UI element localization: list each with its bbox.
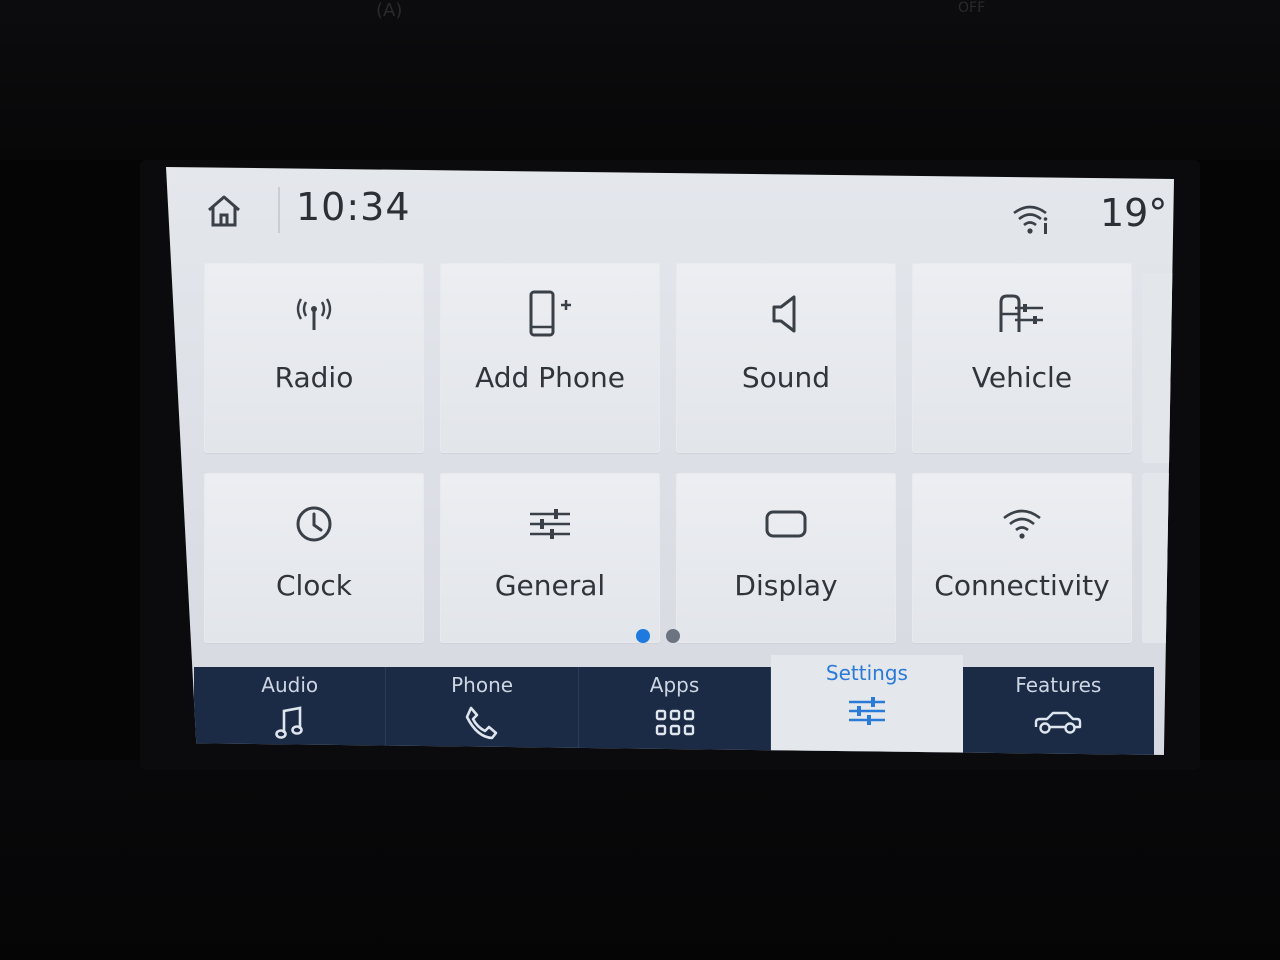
next-page-tile-peek bbox=[1142, 273, 1174, 463]
tile-add-phone[interactable]: Add Phone bbox=[440, 263, 660, 453]
display-icon bbox=[765, 510, 807, 538]
nav-phone[interactable]: Phone bbox=[386, 667, 579, 755]
nav-features[interactable]: Features bbox=[963, 667, 1154, 755]
nav-label-audio: Audio bbox=[261, 673, 319, 697]
status-divider bbox=[278, 187, 280, 233]
tile-vehicle[interactable]: Vehicle bbox=[912, 263, 1132, 453]
page-dot-inactive[interactable] bbox=[666, 629, 680, 643]
page-indicator[interactable] bbox=[636, 629, 680, 643]
settings-grid: Radio Add Phone Sound Vehicle Clock Gene… bbox=[204, 263, 1134, 643]
tile-clock[interactable]: Clock bbox=[204, 473, 424, 643]
tile-radio[interactable]: Radio bbox=[204, 263, 424, 453]
tile-label-vehicle: Vehicle bbox=[971, 361, 1073, 394]
bezel-bottom bbox=[0, 760, 1280, 960]
add-phone-icon bbox=[529, 290, 571, 337]
clock-time: 10:34 bbox=[296, 185, 411, 229]
speaker-icon bbox=[772, 295, 796, 333]
nav-settings[interactable]: Settings bbox=[771, 655, 963, 755]
phone-handset-icon bbox=[465, 706, 498, 740]
wifi-icon bbox=[1003, 509, 1041, 539]
tile-label-add-phone: Add Phone bbox=[475, 361, 625, 394]
sliders-icon bbox=[530, 509, 570, 539]
nav-audio[interactable]: Audio bbox=[194, 667, 387, 755]
outside-temperature: 19° bbox=[1100, 191, 1168, 235]
infotainment-screen: 10:34 19° Radio Add Phone Sound Vehicle … bbox=[166, 167, 1174, 755]
clock-icon bbox=[296, 506, 332, 542]
vehicle-settings-icon bbox=[999, 294, 1043, 332]
car-icon bbox=[1035, 711, 1082, 734]
tile-label-general: General bbox=[494, 569, 606, 602]
bottom-nav-bar: Audio Phone Apps Settings Features bbox=[194, 655, 1154, 755]
tile-sound[interactable]: Sound bbox=[676, 263, 896, 453]
wifi-info-icon[interactable] bbox=[1012, 201, 1052, 237]
bezel-top: (A) OFF bbox=[0, 0, 1280, 160]
apps-grid-icon bbox=[655, 709, 694, 736]
nav-label-features: Features bbox=[1015, 673, 1102, 697]
music-note-icon bbox=[274, 706, 303, 739]
bezel-label-off: OFF bbox=[958, 0, 986, 16]
tile-label-radio: Radio bbox=[274, 361, 354, 394]
nav-label-settings: Settings bbox=[825, 661, 908, 685]
bezel-label-a: (A) bbox=[376, 0, 403, 21]
tile-label-display: Display bbox=[734, 569, 838, 602]
tile-label-connectivity: Connectivity bbox=[934, 569, 1110, 602]
nav-label-phone: Phone bbox=[451, 673, 514, 697]
tile-label-clock: Clock bbox=[275, 569, 353, 602]
tile-label-sound: Sound bbox=[741, 361, 831, 394]
home-button[interactable] bbox=[202, 189, 246, 233]
settings-sliders-icon bbox=[848, 697, 885, 725]
nav-label-apps: Apps bbox=[649, 673, 700, 697]
status-bar: 10:34 19° bbox=[166, 167, 1174, 253]
home-icon bbox=[208, 195, 240, 227]
tile-general[interactable]: General bbox=[440, 473, 660, 643]
tile-display[interactable]: Display bbox=[676, 473, 896, 643]
page-dot-active[interactable] bbox=[636, 629, 650, 643]
nav-apps[interactable]: Apps bbox=[579, 667, 772, 755]
radio-antenna-icon bbox=[296, 298, 332, 330]
tile-connectivity[interactable]: Connectivity bbox=[912, 473, 1132, 643]
